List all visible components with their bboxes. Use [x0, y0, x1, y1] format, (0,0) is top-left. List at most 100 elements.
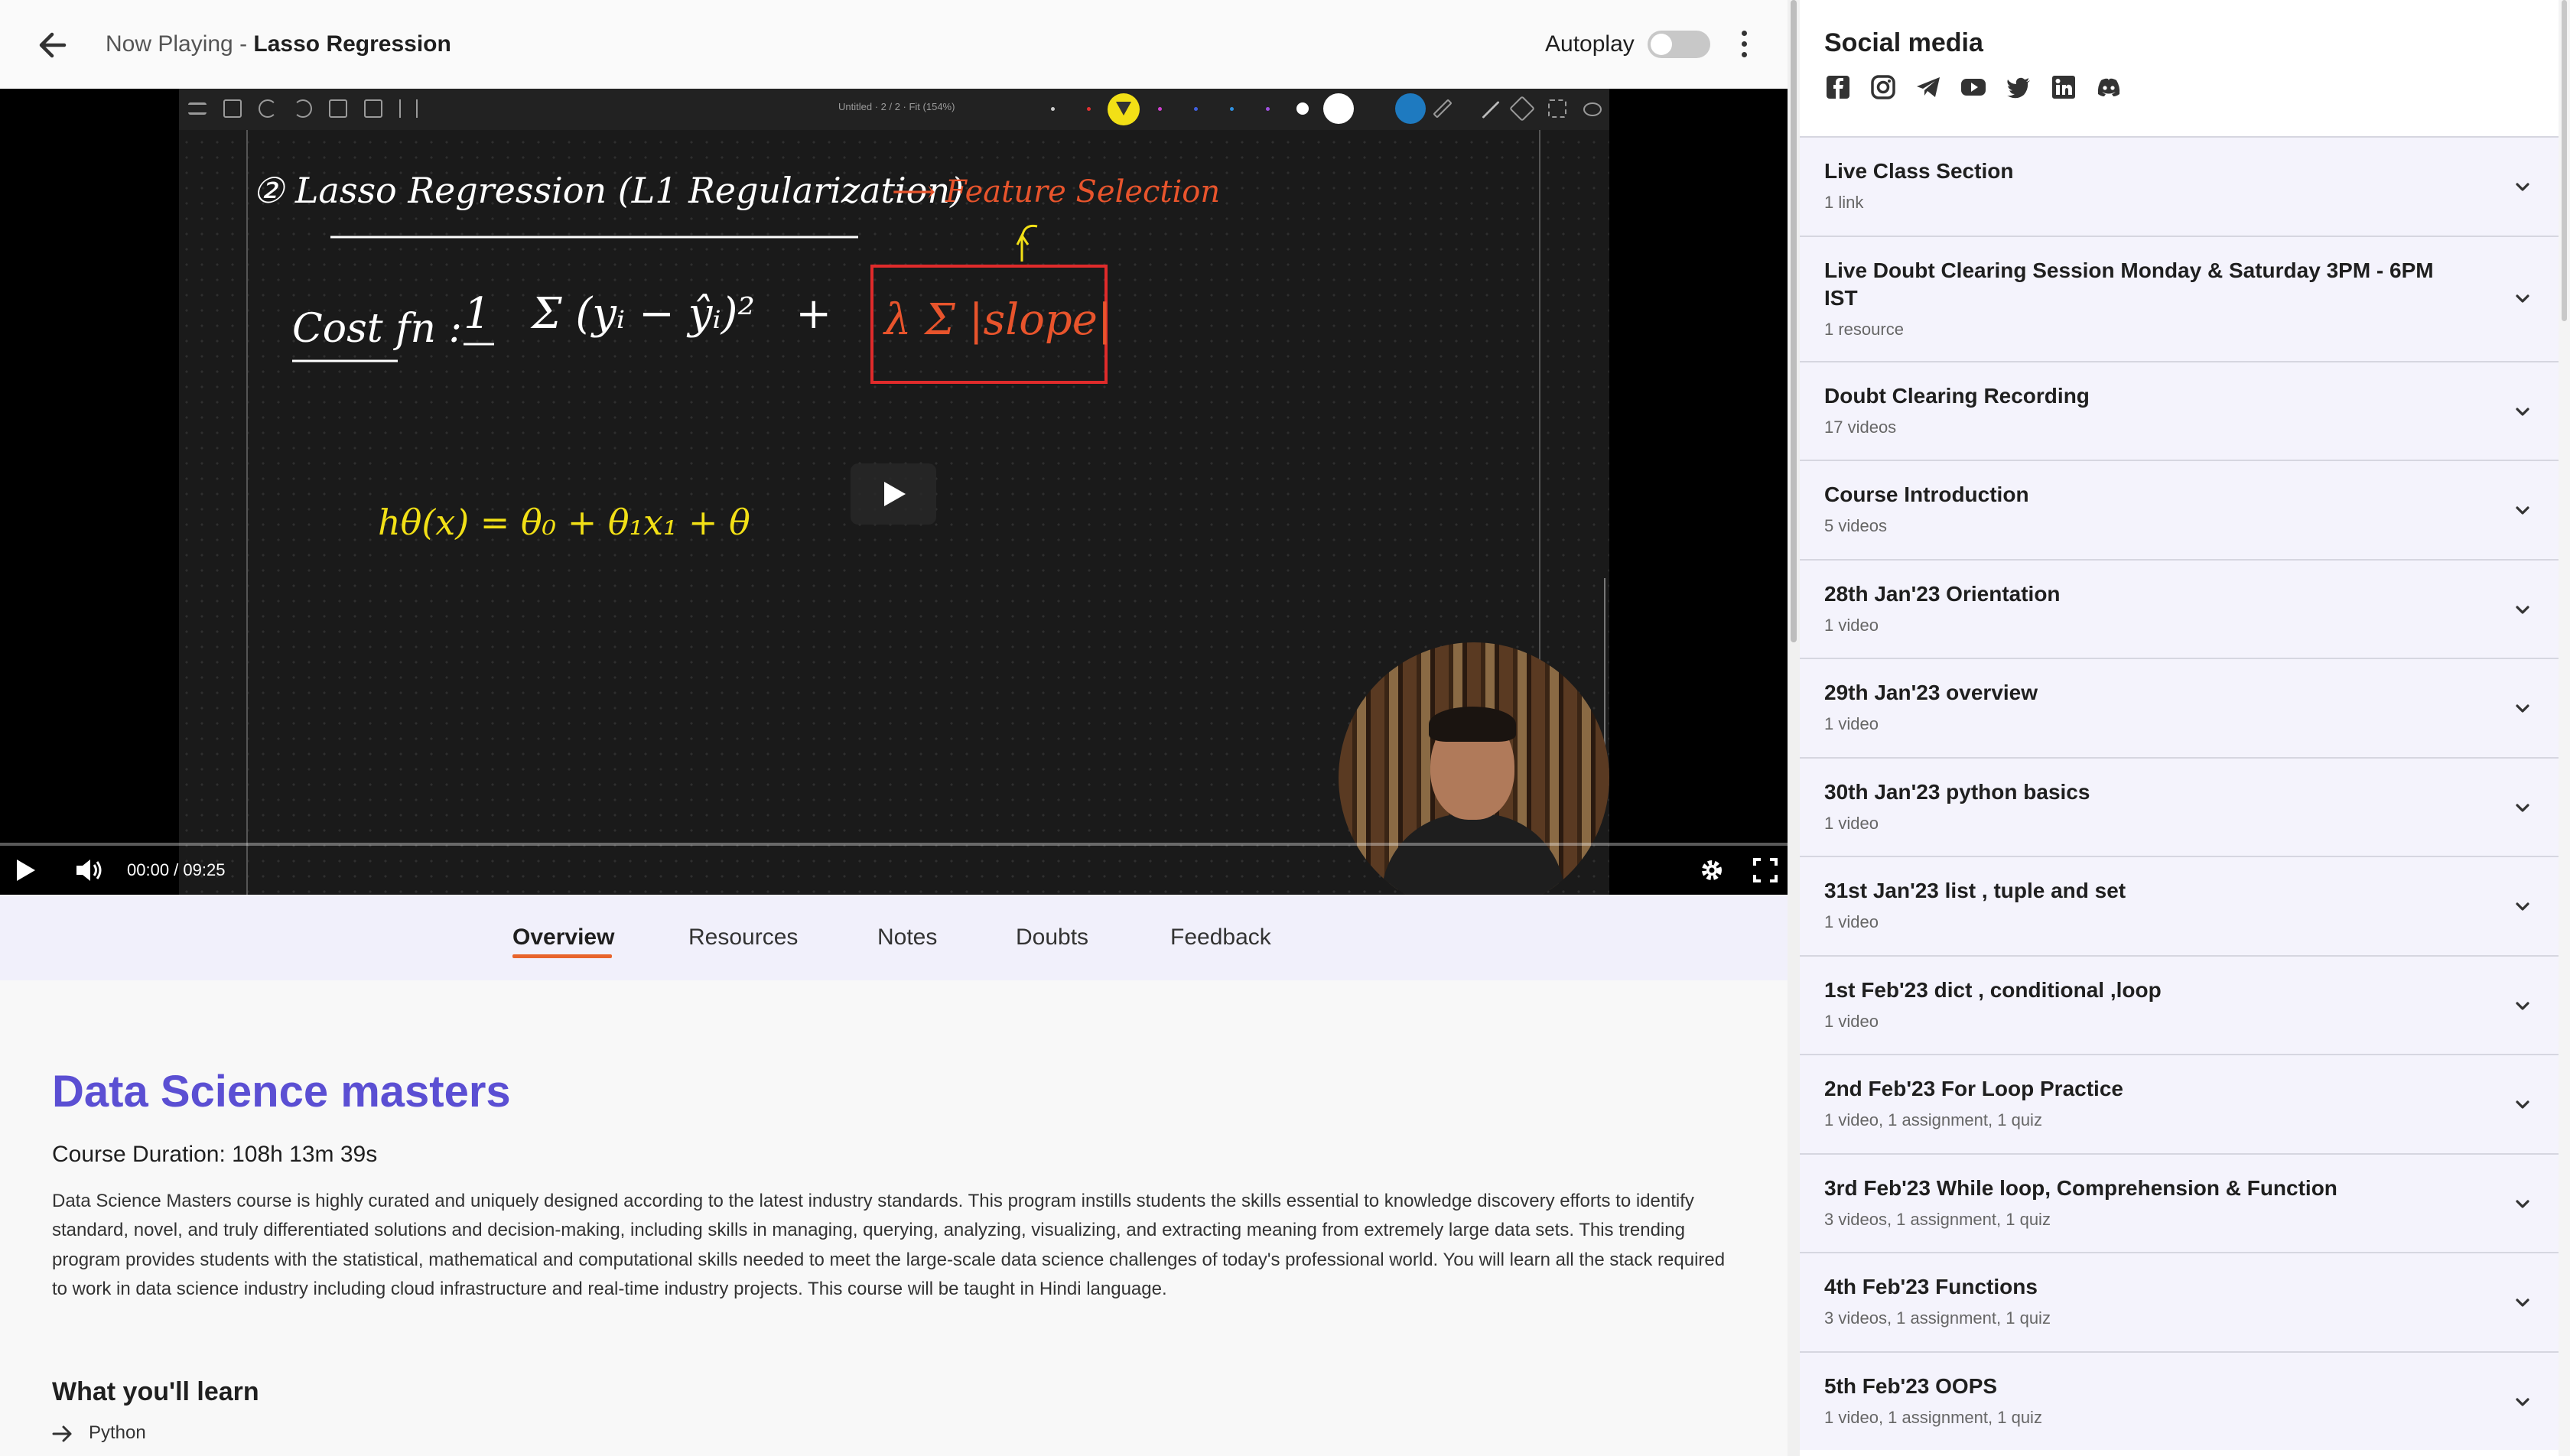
section-row[interactable]: Course Introduction 5 videos: [1800, 460, 2559, 559]
section-meta: 1 video, 1 assignment, 1 quiz: [1824, 1407, 2042, 1427]
video-progress-bar[interactable]: [0, 843, 1788, 846]
chevron-down-icon[interactable]: [2511, 401, 2534, 424]
chevron-down-icon[interactable]: [2511, 1193, 2534, 1216]
section-row[interactable]: 30th Jan'23 python basics 1 video: [1800, 756, 2559, 856]
section-row[interactable]: 1st Feb'23 dict , conditional ,loop 1 vid…: [1800, 954, 2559, 1054]
section-title: 28th Jan'23 Orientation: [1824, 581, 2061, 606]
video-player[interactable]: Untitled · 2 / 2 · Fit (154%) ② Lasso Re…: [0, 89, 1788, 895]
fullscreen-button[interactable]: [1752, 856, 1779, 884]
instructor-body: [1381, 814, 1565, 895]
chevron-down-icon[interactable]: [2511, 797, 2534, 820]
volume-button[interactable]: [73, 856, 104, 884]
youtube-icon[interactable]: [1960, 73, 1987, 101]
video-time: 00:00 / 09:25: [127, 860, 226, 879]
section-row[interactable]: 2nd Feb'23 For Loop Practice 1 video, 1 a…: [1800, 1054, 2559, 1153]
play-icon: [17, 860, 35, 881]
lecture-tabs: Overview Resources Notes Doubts Feedback: [0, 895, 1788, 980]
facebook-icon[interactable]: [1824, 73, 1852, 101]
twitter-icon[interactable]: [2005, 73, 2032, 101]
section-meta: 1 video, 1 assignment, 1 quiz: [1824, 1110, 2042, 1129]
learn-item-label: Python: [89, 1422, 146, 1443]
more-options-button[interactable]: [1730, 28, 1758, 61]
section-title: Live Doubt Clearing Session Monday & Sat…: [1824, 258, 2434, 310]
learn-item: Python: [52, 1419, 146, 1447]
section-title: Live Class Section: [1824, 159, 2014, 183]
center-play-button[interactable]: [851, 463, 936, 525]
social-media-title: Social media: [1824, 28, 1983, 57]
chevron-down-icon[interactable]: [2511, 995, 2534, 1018]
section-row[interactable]: Live Class Section 1 link: [1800, 136, 2559, 236]
section-row[interactable]: 5th Feb'23 OOPS 1 video, 1 assignment, 1 …: [1800, 1350, 2559, 1450]
learn-heading: What you'll learn: [52, 1377, 259, 1406]
discord-icon[interactable]: [2095, 73, 2123, 101]
section-title: 29th Jan'23 overview: [1824, 681, 2038, 704]
chevron-down-icon[interactable]: [2511, 599, 2534, 622]
main-content: Now Playing - Lasso Regression Autoplay …: [0, 0, 1788, 1456]
tab-resources[interactable]: Resources: [688, 922, 798, 953]
section-meta: 5 videos: [1824, 516, 1887, 535]
lecture-heading: ② Lasso Regression (L1 Regularization): [252, 170, 965, 211]
section-row[interactable]: 4th Feb'23 Functions 3 videos, 1 assignme…: [1800, 1252, 2559, 1351]
autoplay-toggle[interactable]: [1648, 31, 1710, 58]
section-meta: 1 video: [1824, 813, 1879, 833]
tab-overview[interactable]: Overview: [512, 922, 614, 953]
instructor-hair: [1429, 707, 1516, 742]
player-header: Now Playing - Lasso Regression Autoplay: [0, 0, 1788, 89]
section-meta: 1 video: [1824, 714, 1879, 733]
section-meta: 1 video: [1824, 912, 1879, 931]
chevron-down-icon[interactable]: [2511, 288, 2534, 310]
course-duration: Course Duration: 108h 13m 39s: [52, 1142, 378, 1167]
lecture-annotation: ⟶ Feature Selection: [892, 174, 1221, 210]
chevron-down-icon[interactable]: [2511, 895, 2534, 918]
lecture-title: Lasso Regression: [253, 31, 451, 57]
chevron-down-icon[interactable]: [2511, 1094, 2534, 1116]
fullscreen-icon: [1753, 858, 1778, 882]
section-row[interactable]: Live Doubt Clearing Session Monday & Sat…: [1800, 235, 2559, 361]
section-row[interactable]: 29th Jan'23 overview 1 video: [1800, 658, 2559, 757]
sidebar-scrollbar-thumb[interactable]: [2562, 0, 2567, 321]
instagram-icon[interactable]: [1869, 73, 1897, 101]
section-title: 5th Feb'23 OOPS: [1824, 1373, 1998, 1398]
gear-icon: [1702, 860, 1722, 880]
section-meta: 1 resource: [1824, 319, 1904, 339]
arrow-right-icon: [52, 1425, 72, 1442]
chevron-down-icon[interactable]: [2511, 697, 2534, 720]
main-scrollbar[interactable]: [1788, 0, 1800, 1456]
section-row[interactable]: 3rd Feb'23 While loop, Comprehension & F…: [1800, 1152, 2559, 1252]
chevron-down-icon[interactable]: [2511, 1292, 2534, 1315]
section-title: 3rd Feb'23 While loop, Comprehension & F…: [1824, 1175, 2337, 1200]
section-meta: 3 videos, 1 assignment, 1 quiz: [1824, 1209, 2051, 1229]
play-button[interactable]: [14, 856, 37, 884]
tab-notes[interactable]: Notes: [877, 922, 937, 953]
section-meta: 1 link: [1824, 193, 1864, 212]
hypothesis-equation: hθ(x) = θ₀ + θ₁x₁ + θ: [378, 502, 750, 543]
section-title: 30th Jan'23 python basics: [1824, 779, 2090, 804]
tab-doubts[interactable]: Doubts: [1016, 922, 1088, 953]
settings-button[interactable]: [1698, 856, 1726, 884]
lasso-penalty-term: λ Σ |slope|: [884, 295, 1112, 345]
section-meta: 1 video: [1824, 615, 1879, 635]
arrow-left-icon: [39, 32, 67, 58]
section-title: 4th Feb'23 Functions: [1824, 1275, 2038, 1298]
section-meta: 17 videos: [1824, 417, 1897, 437]
main-scrollbar-thumb[interactable]: [1791, 0, 1797, 642]
course-sidebar: Social media Live Class Section 1 link Liv…: [1800, 0, 2570, 1456]
now-playing-title: Now Playing - Lasso Regression: [106, 29, 451, 60]
telegram-icon[interactable]: [1914, 73, 1942, 101]
section-row[interactable]: Doubt Clearing Recording 17 videos: [1800, 360, 2559, 460]
linkedin-icon[interactable]: [2050, 73, 2077, 101]
active-tab-indicator: [512, 954, 612, 958]
tab-feedback[interactable]: Feedback: [1170, 922, 1271, 953]
section-title: Doubt Clearing Recording: [1824, 383, 2090, 408]
course-title: Data Science masters: [52, 1067, 511, 1116]
section-meta: 1 video: [1824, 1011, 1879, 1031]
cost-function-sum: 1 Σ (yᵢ − ŷᵢ)² +: [464, 289, 832, 339]
back-button[interactable]: [34, 26, 72, 64]
autoplay-label: Autoplay: [1545, 31, 1635, 57]
chevron-down-icon[interactable]: [2511, 176, 2534, 199]
section-row[interactable]: 28th Jan'23 Orientation 1 video: [1800, 558, 2559, 658]
section-row[interactable]: 31st Jan'23 list , tuple and set 1 video: [1800, 856, 2559, 955]
section-meta: 3 videos, 1 assignment, 1 quiz: [1824, 1308, 2051, 1328]
chevron-down-icon[interactable]: [2511, 499, 2534, 522]
chevron-down-icon[interactable]: [2511, 1391, 2534, 1414]
